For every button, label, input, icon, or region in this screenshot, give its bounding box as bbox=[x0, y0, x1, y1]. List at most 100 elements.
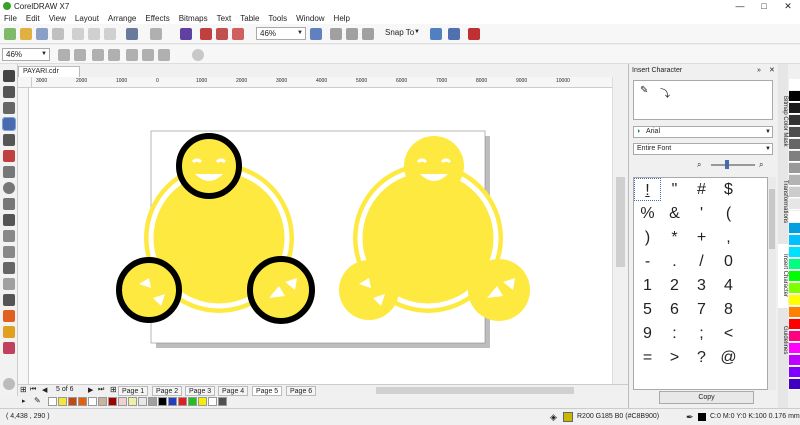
docker-options-icon[interactable]: » bbox=[757, 64, 761, 77]
color-swatch[interactable] bbox=[58, 397, 67, 406]
document-tab[interactable]: PAYARI.cdr bbox=[18, 66, 80, 77]
ruler-origin[interactable] bbox=[18, 77, 32, 88]
zoom-selected-icon[interactable] bbox=[92, 49, 104, 61]
palette-color[interactable] bbox=[789, 187, 800, 198]
character-grid-scroll-thumb[interactable] bbox=[769, 189, 775, 249]
snap-to-dropdown[interactable]: Snap To ▼ bbox=[382, 27, 422, 40]
palette-color[interactable] bbox=[789, 175, 800, 186]
char-cell[interactable]: , bbox=[715, 226, 742, 249]
color-swatch[interactable] bbox=[78, 397, 87, 406]
next-page-icon[interactable]: ▶ bbox=[88, 386, 93, 394]
vertical-scrollbar[interactable] bbox=[612, 77, 628, 384]
palette-menu-icon[interactable]: ▸ bbox=[22, 397, 26, 405]
palette-color[interactable] bbox=[789, 223, 800, 234]
shape-tool-icon[interactable] bbox=[3, 86, 15, 98]
smart-fill-tool-icon[interactable] bbox=[3, 326, 15, 338]
color-swatch[interactable] bbox=[178, 397, 187, 406]
page-tab-3[interactable]: Page 3 bbox=[185, 386, 216, 396]
transparency-tool-icon[interactable] bbox=[3, 278, 15, 290]
char-cell[interactable]: 3 bbox=[688, 274, 715, 297]
color-swatch[interactable] bbox=[108, 397, 117, 406]
char-cell[interactable]: & bbox=[661, 202, 688, 225]
color-swatch[interactable] bbox=[168, 397, 177, 406]
char-cell[interactable]: ) bbox=[634, 226, 661, 249]
tab-insert-character[interactable]: Insert Character bbox=[778, 244, 788, 308]
palette-color[interactable] bbox=[789, 331, 800, 342]
parallel-dimension-tool-icon[interactable] bbox=[3, 230, 15, 242]
cut-icon[interactable] bbox=[72, 28, 84, 40]
last-page-icon[interactable]: ⏭ bbox=[98, 386, 104, 394]
char-cell[interactable]: 0 bbox=[715, 250, 742, 273]
color-swatch[interactable] bbox=[128, 397, 137, 406]
add-page-icon[interactable]: ⊞ bbox=[20, 385, 27, 394]
menu-table[interactable]: Table bbox=[240, 14, 259, 23]
color-eyedropper-tool-icon[interactable] bbox=[3, 294, 15, 306]
color-swatch[interactable] bbox=[68, 397, 77, 406]
zoom-property-combo[interactable]: 46% ▼ bbox=[2, 48, 50, 61]
palette-color[interactable] bbox=[789, 151, 800, 162]
char-cell[interactable]: > bbox=[661, 346, 688, 369]
redo-icon[interactable] bbox=[150, 28, 162, 40]
char-cell[interactable]: % bbox=[634, 202, 661, 225]
char-cell[interactable]: ? bbox=[688, 346, 715, 369]
char-cell[interactable]: 1 bbox=[634, 274, 661, 297]
page-tab-6[interactable]: Page 6 bbox=[286, 386, 317, 396]
char-cell[interactable]: @ bbox=[715, 346, 742, 369]
add-icon[interactable] bbox=[192, 49, 204, 61]
char-cell[interactable]: : bbox=[661, 322, 688, 345]
menu-layout[interactable]: Layout bbox=[75, 14, 99, 23]
artistic-media-tool-icon[interactable] bbox=[3, 150, 15, 162]
save-icon[interactable] bbox=[36, 28, 48, 40]
page-tab-5[interactable]: Page 5 bbox=[252, 386, 283, 396]
palette-color[interactable] bbox=[789, 295, 800, 306]
palette-color[interactable] bbox=[789, 259, 800, 270]
polygon-tool-icon[interactable] bbox=[3, 198, 15, 210]
tab-guidelines[interactable]: Guidelines bbox=[778, 320, 788, 360]
import-icon[interactable] bbox=[200, 28, 212, 40]
char-cell[interactable]: 9 bbox=[634, 322, 661, 345]
docker-close-icon[interactable]: ✕ bbox=[769, 64, 775, 77]
color-swatch[interactable] bbox=[158, 397, 167, 406]
char-cell[interactable]: * bbox=[661, 226, 688, 249]
copy-button[interactable]: Copy bbox=[659, 391, 754, 404]
customize-toolbox-icon[interactable] bbox=[3, 378, 15, 390]
char-cell[interactable]: = bbox=[634, 346, 661, 369]
show-guidelines-icon[interactable] bbox=[362, 28, 374, 40]
palette-color[interactable] bbox=[789, 343, 800, 354]
palette-color[interactable] bbox=[789, 91, 800, 102]
zoom-slider-thumb[interactable] bbox=[725, 160, 729, 169]
char-cell[interactable]: 7 bbox=[688, 298, 715, 321]
char-cell[interactable]: + bbox=[688, 226, 715, 249]
launch-icon[interactable] bbox=[468, 28, 480, 40]
color-swatch[interactable] bbox=[208, 397, 217, 406]
crop-tool-icon[interactable] bbox=[3, 102, 15, 114]
zoom-slider-track[interactable] bbox=[711, 164, 755, 166]
char-cell[interactable]: . bbox=[661, 250, 688, 273]
char-cell[interactable]: < bbox=[715, 322, 742, 345]
char-cell[interactable]: $ bbox=[715, 178, 742, 201]
palette-color[interactable] bbox=[789, 163, 800, 174]
char-cell[interactable]: ( bbox=[715, 202, 742, 225]
zoom-level-combo[interactable]: 46% ▼ bbox=[256, 27, 306, 40]
palette-color[interactable] bbox=[789, 319, 800, 330]
palette-color[interactable] bbox=[789, 103, 800, 114]
menu-bitmaps[interactable]: Bitmaps bbox=[179, 14, 208, 23]
color-swatch[interactable] bbox=[218, 397, 227, 406]
menu-window[interactable]: Window bbox=[296, 14, 324, 23]
export-icon[interactable] bbox=[216, 28, 228, 40]
char-cell[interactable]: ; bbox=[688, 322, 715, 345]
undo-icon[interactable] bbox=[126, 28, 138, 40]
palette-color[interactable] bbox=[789, 307, 800, 318]
page-tab-4[interactable]: Page 4 bbox=[218, 386, 249, 396]
zoom-tool-icon[interactable] bbox=[2, 117, 16, 131]
tab-bitmap-color-mask[interactable]: Bitmap Color Mask bbox=[778, 88, 788, 154]
char-cell[interactable]: / bbox=[688, 250, 715, 273]
palette-color[interactable] bbox=[789, 367, 800, 378]
color-swatch[interactable] bbox=[88, 397, 97, 406]
character-filter-combo[interactable]: Entire Font ▼ bbox=[633, 143, 773, 155]
zoom-all-icon[interactable] bbox=[108, 49, 120, 61]
char-cell[interactable]: " bbox=[661, 178, 688, 201]
char-cell[interactable]: 2 bbox=[661, 274, 688, 297]
maximize-button[interactable]: □ bbox=[752, 0, 776, 12]
page-tab-1[interactable]: Page 1 bbox=[118, 386, 149, 396]
